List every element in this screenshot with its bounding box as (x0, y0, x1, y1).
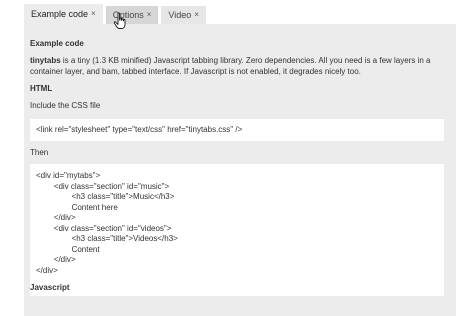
tab-video-close-icon[interactable]: × (194, 6, 199, 24)
intro-description: is a tiny (1.3 KB minified) Javascript t… (30, 56, 431, 76)
include-css-text: Include the CSS file (30, 101, 101, 110)
code-line: Content (36, 244, 100, 254)
tab-video-label: Video (168, 10, 192, 20)
code-line: Content here (36, 202, 118, 212)
code-line: <h3 class="title">Music</h3> (36, 192, 175, 201)
intro-library-name: tinytabs (30, 56, 61, 65)
tab-panel-example-code: Example code tinytabs is a tiny (1.3 KB … (24, 24, 456, 316)
tab-options-close-icon[interactable]: × (147, 6, 152, 24)
tinytabs-demo-page: Example code × Options × Video × Example… (0, 0, 474, 316)
code-line: <h3 class="title">Videos</h3> (36, 234, 178, 243)
intro-paragraph: tinytabs is a tiny (1.3 KB minified) Jav… (30, 55, 444, 77)
code-line: </div> (36, 213, 76, 222)
css-code-line: <link rel="stylesheet" type="text/css" h… (36, 125, 243, 134)
code-line: </div> (36, 265, 58, 275)
code-line: <div class="section" id="videos"> (36, 223, 172, 233)
tab-example-code[interactable]: Example code × (24, 4, 103, 24)
code-line: <div id="mytabs"> (36, 171, 101, 180)
markup-code-block: <div id="mytabs"> <div class="section" i… (30, 164, 444, 296)
tab-video[interactable]: Video × (161, 6, 206, 24)
hand-pointer-icon (113, 12, 126, 29)
code-line: <div class="section" id="music"> (36, 181, 170, 191)
html-heading: HTML (30, 84, 53, 93)
then-text: Then (30, 148, 49, 157)
panel-title: Example code (30, 39, 84, 48)
code-line: </div> (36, 255, 76, 264)
tab-example-code-label: Example code (31, 9, 89, 19)
javascript-heading: Javascript (30, 283, 70, 292)
css-code-block: <link rel="stylesheet" type="text/css" h… (30, 119, 444, 141)
tab-example-code-close-icon[interactable]: × (91, 4, 96, 24)
